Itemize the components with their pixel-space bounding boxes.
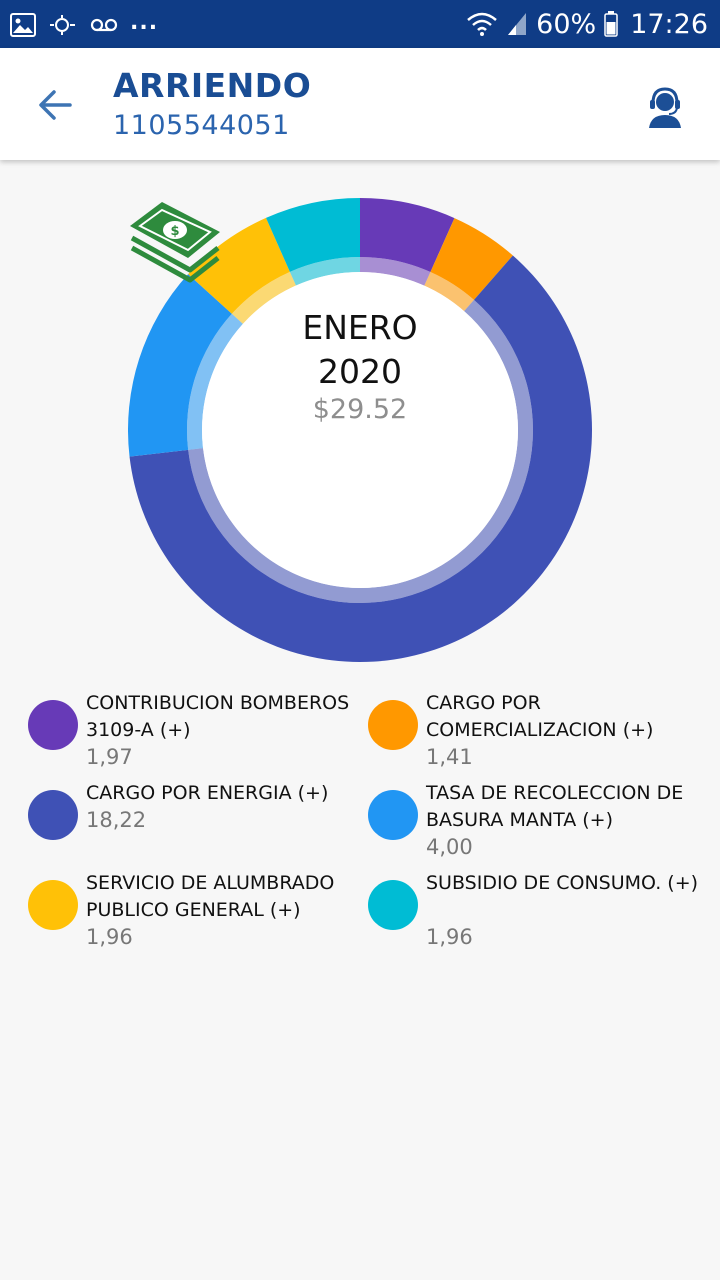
arrow-left-icon bbox=[39, 90, 72, 120]
legend-color-dot bbox=[368, 790, 418, 840]
legend-value: 18,22 bbox=[86, 808, 147, 832]
legend-label: CONTRIBUCION BOMBEROS 3109-A (+) bbox=[86, 692, 350, 741]
app-bar: ARRIENDO 1105544051 bbox=[0, 48, 720, 160]
legend-color-dot bbox=[28, 790, 78, 840]
account-number: 1105544051 bbox=[113, 110, 290, 141]
expense-donut-chart: ENERO 2020 $29.52 $ bbox=[128, 198, 592, 662]
more-notifications: ... bbox=[130, 9, 159, 35]
legend-value: 1,96 bbox=[86, 925, 133, 949]
back-button[interactable] bbox=[34, 84, 76, 126]
battery-percent: 60% bbox=[536, 8, 597, 40]
legend-label: TASA DE RECOLECCION DE BASURA MANTA (+) bbox=[426, 782, 684, 831]
page-title: ARRIENDO bbox=[113, 66, 312, 105]
legend-label: SERVICIO DE ALUMBRADO PUBLICO GENERAL (+… bbox=[86, 872, 335, 921]
signal-icon bbox=[506, 11, 528, 37]
status-bar: ... 60% 17:26 bbox=[0, 0, 720, 48]
svg-text:$: $ bbox=[170, 224, 179, 239]
support-button[interactable] bbox=[642, 84, 688, 130]
legend-value: 1,96 bbox=[426, 925, 473, 949]
clock: 17:26 bbox=[630, 8, 708, 40]
sync-icon bbox=[48, 13, 78, 37]
legend-color-dot bbox=[28, 880, 78, 930]
legend-color-dot bbox=[28, 700, 78, 750]
legend-color-dot bbox=[368, 880, 418, 930]
image-icon bbox=[10, 13, 36, 37]
legend-value: 1,41 bbox=[426, 745, 473, 769]
wifi-icon bbox=[466, 11, 498, 37]
legend-value: 4,00 bbox=[426, 835, 473, 859]
chart-year: 2020 bbox=[318, 352, 402, 391]
status-bar-left: ... bbox=[10, 10, 158, 40]
legend-value: 1,97 bbox=[86, 745, 133, 769]
legend-label: SUBSIDIO DE CONSUMO. (+) bbox=[426, 872, 699, 894]
chart-month: ENERO bbox=[302, 308, 418, 347]
voicemail-icon bbox=[90, 17, 118, 33]
status-bar-right: 60% 17:26 bbox=[466, 6, 708, 42]
legend-label: CARGO POR COMERCIALIZACION (+) bbox=[426, 692, 654, 741]
legend-color-dot bbox=[368, 700, 418, 750]
chart-total: $29.52 bbox=[312, 394, 408, 425]
money-stack-icon: $ bbox=[130, 202, 220, 283]
battery-icon bbox=[604, 11, 618, 37]
legend-label: CARGO POR ENERGIA (+) bbox=[86, 782, 329, 804]
support-agent-icon bbox=[649, 87, 681, 128]
